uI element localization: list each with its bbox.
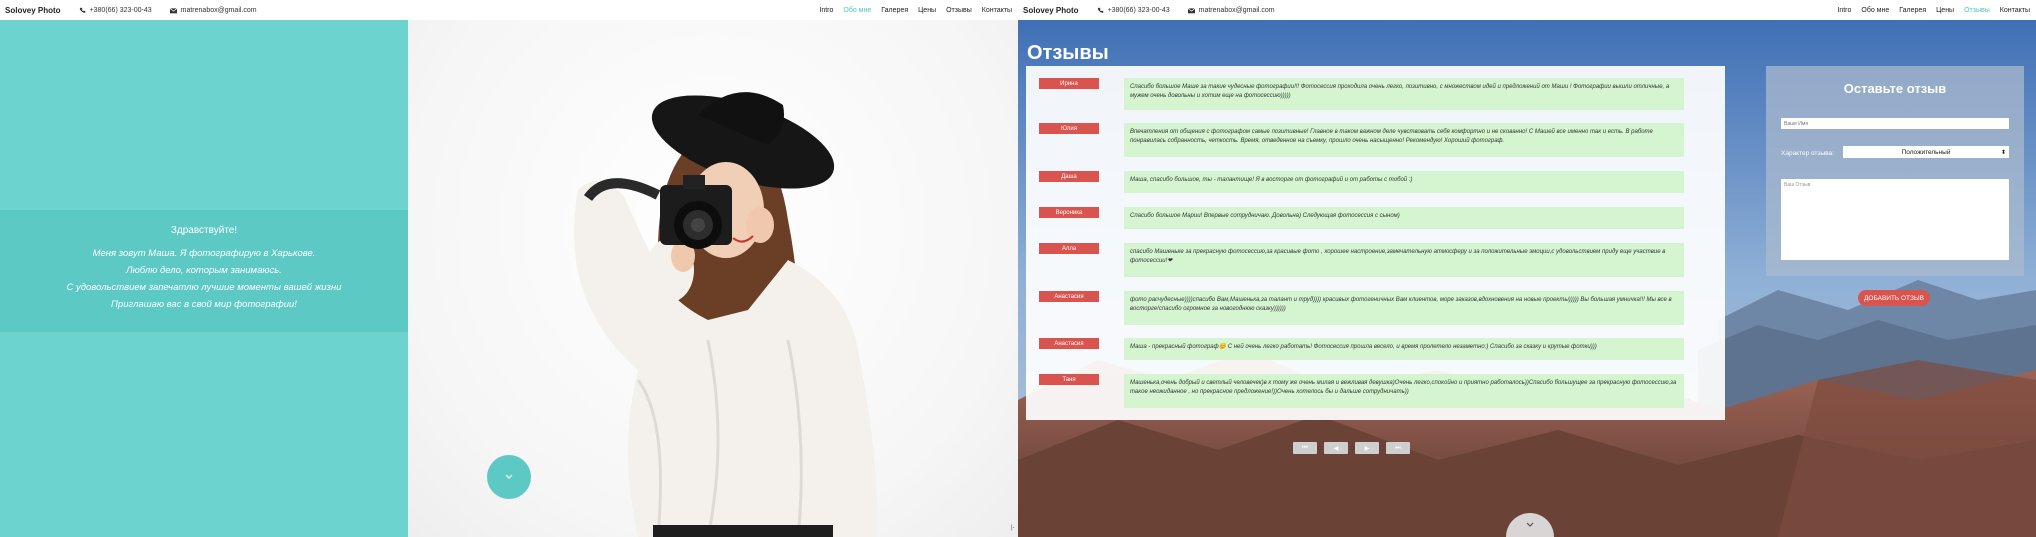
nav-prices[interactable]: Цены bbox=[1936, 7, 1954, 14]
nav-reviews[interactable]: Отзывы bbox=[1964, 7, 1990, 14]
email-contact: matrenabox@gmail.com bbox=[169, 6, 257, 14]
about-line: Приглашаю вас в свой мир фотографии! bbox=[111, 299, 297, 310]
phone-contact: +380(66) 323-00-43 bbox=[79, 7, 152, 14]
review-form-title: Оставьте отзыв bbox=[1843, 81, 1947, 96]
about-page: Solovey Photo +380(66) 323-00-43 matrena… bbox=[0, 0, 1018, 537]
review-type-label: Характер отзыва: bbox=[1781, 150, 1834, 157]
top-navbar: Solovey Photo +380(66) 323-00-43 matrena… bbox=[0, 0, 1018, 20]
phone-icon bbox=[79, 7, 85, 13]
review-author: Анастасия bbox=[1039, 338, 1099, 349]
nav-about[interactable]: Обо мне bbox=[843, 7, 871, 14]
pager-first-button[interactable]: ⏮ bbox=[1293, 442, 1317, 454]
pager-last-button[interactable]: ⏭ bbox=[1386, 442, 1410, 454]
top-navbar: Solovey Photo +380(66) 323-00-43 matrena… bbox=[1018, 0, 2036, 20]
nav-intro[interactable]: Intro bbox=[1837, 7, 1851, 14]
review-textarea[interactable]: Ваш Отзыв bbox=[1781, 179, 2009, 260]
review-text: Машенька,очень добрый и светлый человече… bbox=[1124, 374, 1684, 408]
nav-about[interactable]: Обо мне bbox=[1861, 7, 1889, 14]
review-type-select[interactable]: Положительный ⬍ bbox=[1843, 146, 2009, 158]
nav-contacts[interactable]: Контакты bbox=[2000, 7, 2030, 14]
name-input[interactable] bbox=[1781, 118, 2009, 129]
review-text: Маша - прекрасный фотограф😊 С ней очень … bbox=[1124, 338, 1684, 360]
email-text: matrenabox@gmail.com bbox=[1198, 6, 1275, 14]
about-line: С удовольствием запечатлю лучшие моменты… bbox=[66, 282, 342, 293]
review-text: Маша, спасибо большое, ты - талантище! Я… bbox=[1124, 171, 1684, 193]
phone-contact: +380(66) 323-00-43 bbox=[1097, 7, 1170, 14]
phone-text: +380(66) 323-00-43 bbox=[89, 6, 152, 14]
brand-logo[interactable]: Solovey Photo bbox=[5, 6, 61, 15]
submit-review-button[interactable]: ДОБАВИТЬ ОТЗЫВ bbox=[1858, 290, 1930, 306]
reviews-title: Отзывы bbox=[1027, 42, 1109, 64]
phone-icon bbox=[1097, 7, 1103, 13]
review-author: Анастасия bbox=[1039, 291, 1099, 302]
nav-intro[interactable]: Intro bbox=[819, 7, 833, 14]
review-type-value: Положительный bbox=[1901, 148, 1951, 156]
reviews-pager: ⏮ ◀ ▶ ⏭ bbox=[1293, 442, 1410, 454]
phone-text: +380(66) 323-00-43 bbox=[1107, 6, 1170, 14]
review-author: Юлия bbox=[1039, 123, 1099, 134]
about-greeting: Здравствуйте! bbox=[170, 225, 238, 236]
review-text: Спасибо большое Маше за такие чудесные ф… bbox=[1124, 78, 1684, 110]
about-text-band: Здравствуйте! Меня зовут Маша. Я фотогра… bbox=[0, 210, 408, 332]
brand-logo[interactable]: Solovey Photo bbox=[1023, 6, 1079, 15]
nav-gallery[interactable]: Галерея bbox=[1899, 7, 1926, 14]
email-text: matrenabox@gmail.com bbox=[180, 6, 257, 14]
review-author: Таня bbox=[1039, 374, 1099, 385]
mail-icon bbox=[1187, 7, 1195, 13]
nav-prices[interactable]: Цены bbox=[918, 7, 936, 14]
about-line: Меня зовут Маша. Я фотографирую в Харько… bbox=[92, 248, 316, 259]
nav-reviews[interactable]: Отзывы bbox=[946, 7, 972, 14]
scroll-down-button[interactable] bbox=[487, 455, 531, 499]
review-text: спасибо Машеньке за прекрасную фотосесси… bbox=[1124, 243, 1684, 277]
divider-mark: |- bbox=[1011, 525, 1015, 531]
review-text: фото расчудесные))))спасибо Вам,Машенька… bbox=[1124, 291, 1684, 325]
reviews-list: Ирина Спасибо большое Маше за такие чуде… bbox=[1026, 66, 1725, 420]
nav-links: Intro Обо мне Галерея Цены Отзывы Контак… bbox=[1837, 7, 2030, 14]
chevron-down-icon bbox=[505, 474, 513, 479]
nav-gallery[interactable]: Галерея bbox=[881, 7, 908, 14]
chevron-down-icon bbox=[1526, 522, 1534, 527]
nav-contacts[interactable]: Контакты bbox=[982, 7, 1012, 14]
review-text: Спасибо большое Марии! Впервые сотруднич… bbox=[1124, 207, 1684, 229]
review-author: Даша bbox=[1039, 171, 1099, 182]
nav-links: Intro Обо мне Галерея Цены Отзывы Контак… bbox=[819, 7, 1012, 14]
review-form: Оставьте отзыв Характер отзыва: Положите… bbox=[1766, 66, 2024, 276]
reviews-page: Solovey Photo +380(66) 323-00-43 matrena… bbox=[1018, 0, 2036, 537]
review-text: Впечатления от общения с фотографом самы… bbox=[1124, 123, 1684, 157]
review-author: Вероника bbox=[1039, 207, 1099, 218]
review-author: Ирина bbox=[1039, 78, 1099, 89]
email-contact: matrenabox@gmail.com bbox=[1187, 6, 1275, 14]
about-line: Люблю дело, которым занимаюсь. bbox=[126, 265, 282, 276]
mail-icon bbox=[169, 7, 177, 13]
pager-prev-button[interactable]: ◀ bbox=[1324, 442, 1348, 454]
review-author: Алла bbox=[1039, 243, 1099, 254]
pager-next-button[interactable]: ▶ bbox=[1355, 442, 1379, 454]
select-arrow-icon: ⬍ bbox=[2000, 149, 2006, 156]
